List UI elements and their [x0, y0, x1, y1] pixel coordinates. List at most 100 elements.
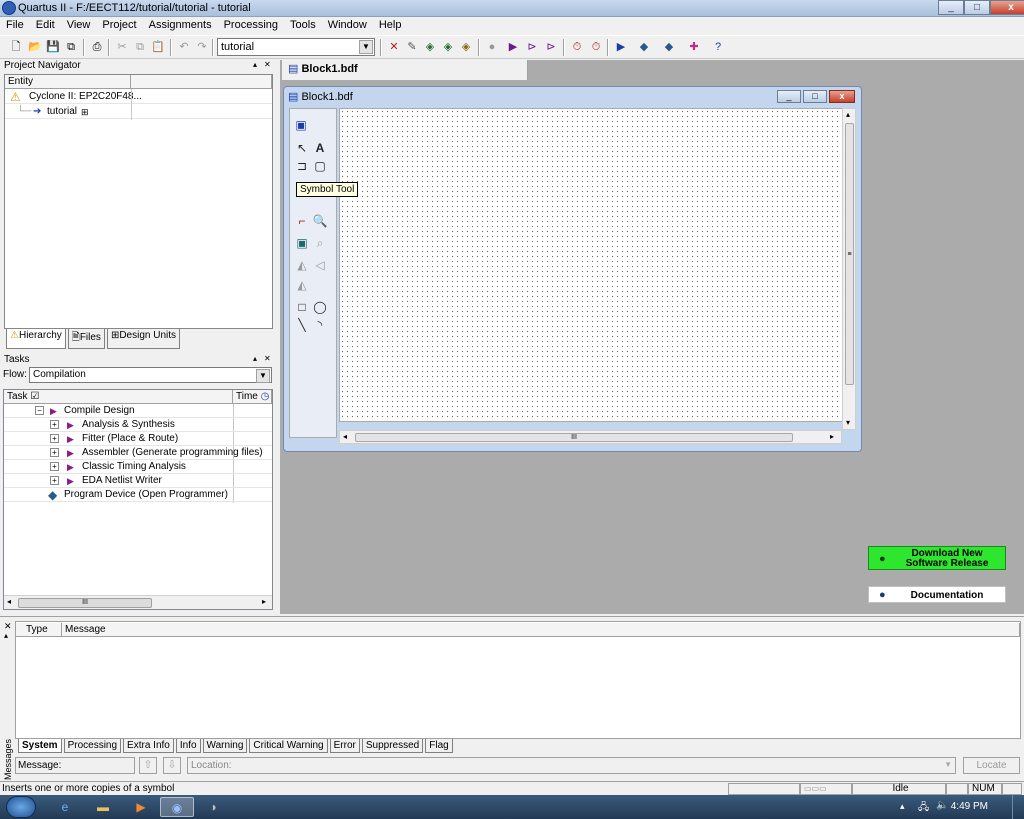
sopc-builder-icon[interactable]: ◆ [661, 40, 677, 55]
scroll-left-icon[interactable]: ◂ [343, 432, 347, 441]
hscroll-thumb[interactable]: III [355, 433, 793, 442]
task-row-assembler[interactable]: + ▶ Assembler (Generate programming file… [4, 446, 272, 460]
maximize-button[interactable]: □ [964, 0, 990, 15]
analysis-synthesis-icon[interactable]: ⊳ [524, 40, 540, 55]
task-row-eda-netlist[interactable]: + ▶ EDA Netlist Writer [4, 474, 272, 488]
location-field[interactable]: Location: ▼ [187, 757, 956, 774]
menu-project[interactable]: Project [96, 17, 142, 34]
volume-icon[interactable]: 🔈 [936, 800, 948, 811]
tab-system[interactable]: System [18, 739, 62, 753]
text-tool-icon[interactable]: A [312, 140, 328, 156]
undo-icon[interactable]: ↶ [176, 40, 192, 55]
timequest-icon[interactable]: ◈ [458, 40, 474, 55]
oval-tool-icon[interactable]: ◯ [312, 299, 328, 315]
rectangle-tool-icon[interactable]: □ [294, 299, 310, 315]
scroll-thumb[interactable]: III [18, 598, 152, 608]
pin-planner-icon[interactable]: ✎ [404, 40, 420, 55]
open-folder-icon[interactable]: 📂 [27, 40, 43, 55]
message-column-header[interactable]: Message [62, 623, 1020, 637]
rotate-icon[interactable]: ◭ [294, 277, 310, 293]
scroll-right-icon[interactable]: ▸ [830, 432, 834, 441]
paste-icon[interactable]: 📋 [150, 40, 166, 55]
minimize-button[interactable]: _ [938, 0, 964, 15]
task-row-program-device[interactable]: ◆ Program Device (Open Programmer) [4, 488, 272, 502]
flip-horizontal-icon[interactable]: ◭ [294, 257, 310, 273]
menu-tools[interactable]: Tools [284, 17, 322, 34]
next-message-icon[interactable]: ⇩ [163, 757, 181, 774]
network-icon[interactable]: 🖧 [918, 800, 929, 817]
media-player-icon[interactable]: ▶ [124, 797, 158, 817]
find-icon[interactable]: ⌕ [312, 235, 328, 251]
task-row-compile-design[interactable]: − ▶ Compile Design [4, 404, 272, 418]
task-row-fitter[interactable]: + ▶ Fitter (Place & Route) [4, 432, 272, 446]
flow-select[interactable]: Compilation ▼ [29, 367, 272, 383]
settings-icon[interactable]: ✕ [386, 40, 402, 55]
paint-icon[interactable]: ◑ [196, 797, 230, 817]
arc-tool-icon[interactable]: ◝ [312, 317, 328, 333]
close-navigator-icon[interactable]: ✕ [264, 60, 271, 69]
tab-design-units[interactable]: ⊞Design Units [106, 329, 181, 349]
close-button[interactable]: x [990, 0, 1024, 15]
fitter-icon[interactable]: ⊳ [543, 40, 559, 55]
tray-expand-icon[interactable]: ▴ [900, 801, 905, 812]
expand-icon[interactable]: + [50, 448, 59, 457]
close-tasks-icon[interactable]: ✕ [264, 354, 271, 363]
selection-tool-icon[interactable]: ↖ [294, 140, 310, 156]
tab-warning[interactable]: Warning [202, 739, 248, 753]
expand-icon[interactable]: + [50, 434, 59, 443]
pin-icon[interactable]: ▴ [253, 60, 257, 69]
detach-window-icon[interactable]: ▣ [293, 117, 309, 133]
pin-icon[interactable]: ▴ [4, 631, 8, 640]
line-tool-icon[interactable]: ╲ [294, 317, 310, 333]
start-compilation-icon[interactable]: ▶ [505, 40, 521, 55]
menu-view[interactable]: View [61, 17, 97, 34]
task-row-timing-analysis[interactable]: + ▶ Classic Timing Analysis [4, 460, 272, 474]
previous-message-icon[interactable]: ⇧ [139, 757, 157, 774]
locate-button[interactable]: Locate [963, 757, 1020, 774]
tab-extra-info[interactable]: Extra Info [123, 739, 174, 753]
new-file-icon[interactable]: 🗋 [8, 40, 24, 55]
clock[interactable]: 4:49 PM [951, 801, 988, 812]
menu-window[interactable]: Window [322, 17, 373, 34]
timing-analysis-icon[interactable]: ⏱ [569, 40, 585, 55]
timing-wizard-icon[interactable]: ⏱ [588, 40, 604, 55]
full-screen-icon[interactable]: ▣ [294, 235, 310, 251]
internet-explorer-icon[interactable]: e [48, 797, 82, 817]
canvas-hscrollbar[interactable]: ◂ III ▸ [339, 430, 842, 444]
tab-info[interactable]: Info [175, 739, 201, 753]
collapse-icon[interactable]: − [35, 406, 44, 415]
megawizard-icon[interactable]: ✚ [686, 40, 702, 55]
orthogonal-node-tool-icon[interactable]: ⌐ [294, 213, 310, 229]
redo-icon[interactable]: ↷ [194, 40, 210, 55]
scroll-left-icon[interactable]: ◂ [7, 597, 11, 606]
tasks-hscrollbar[interactable]: ◂ III ▸ [4, 595, 272, 609]
scroll-down-icon[interactable]: ▾ [846, 418, 850, 427]
save-icon[interactable]: 💾 [45, 40, 61, 55]
copy-icon[interactable]: ⧉ [132, 40, 148, 55]
menu-help[interactable]: Help [373, 17, 408, 34]
menu-processing[interactable]: Processing [218, 17, 284, 34]
show-desktop-button[interactable] [1012, 795, 1024, 819]
simulation-icon[interactable]: ▶ [613, 40, 629, 55]
scroll-right-icon[interactable]: ▸ [262, 597, 266, 606]
download-software-button[interactable]: ● Download New Software Release [868, 546, 1006, 570]
expand-icon[interactable]: + [50, 420, 59, 429]
pin-icon[interactable]: ▴ [253, 354, 257, 363]
tab-processing[interactable]: Processing [63, 739, 122, 753]
type-column-header[interactable]: Type [16, 623, 62, 637]
explorer-folder-icon[interactable]: ▬ [86, 797, 120, 817]
vscroll-thumb[interactable]: ≡ [845, 123, 854, 385]
block-tool-icon[interactable]: ▢ [312, 158, 328, 174]
chip-planner-icon[interactable]: ◈ [422, 40, 438, 55]
scroll-up-icon[interactable]: ▴ [846, 110, 850, 119]
tab-flag[interactable]: Flag [425, 739, 453, 753]
schematic-canvas[interactable] [339, 108, 845, 422]
doc-restore-button[interactable]: □ [803, 90, 827, 103]
tree-item-tutorial[interactable]: └─ ➔ tutorial ⊞ [5, 105, 272, 119]
expand-icon[interactable]: + [50, 476, 59, 485]
quartus-taskbar-icon[interactable]: ◉ [160, 797, 194, 817]
tab-hierarchy[interactable]: ⚠Hierarchy [6, 329, 66, 349]
flip-vertical-icon[interactable]: ◁ [312, 257, 328, 273]
tab-suppressed[interactable]: Suppressed [361, 739, 424, 753]
menu-assignments[interactable]: Assignments [143, 17, 218, 34]
